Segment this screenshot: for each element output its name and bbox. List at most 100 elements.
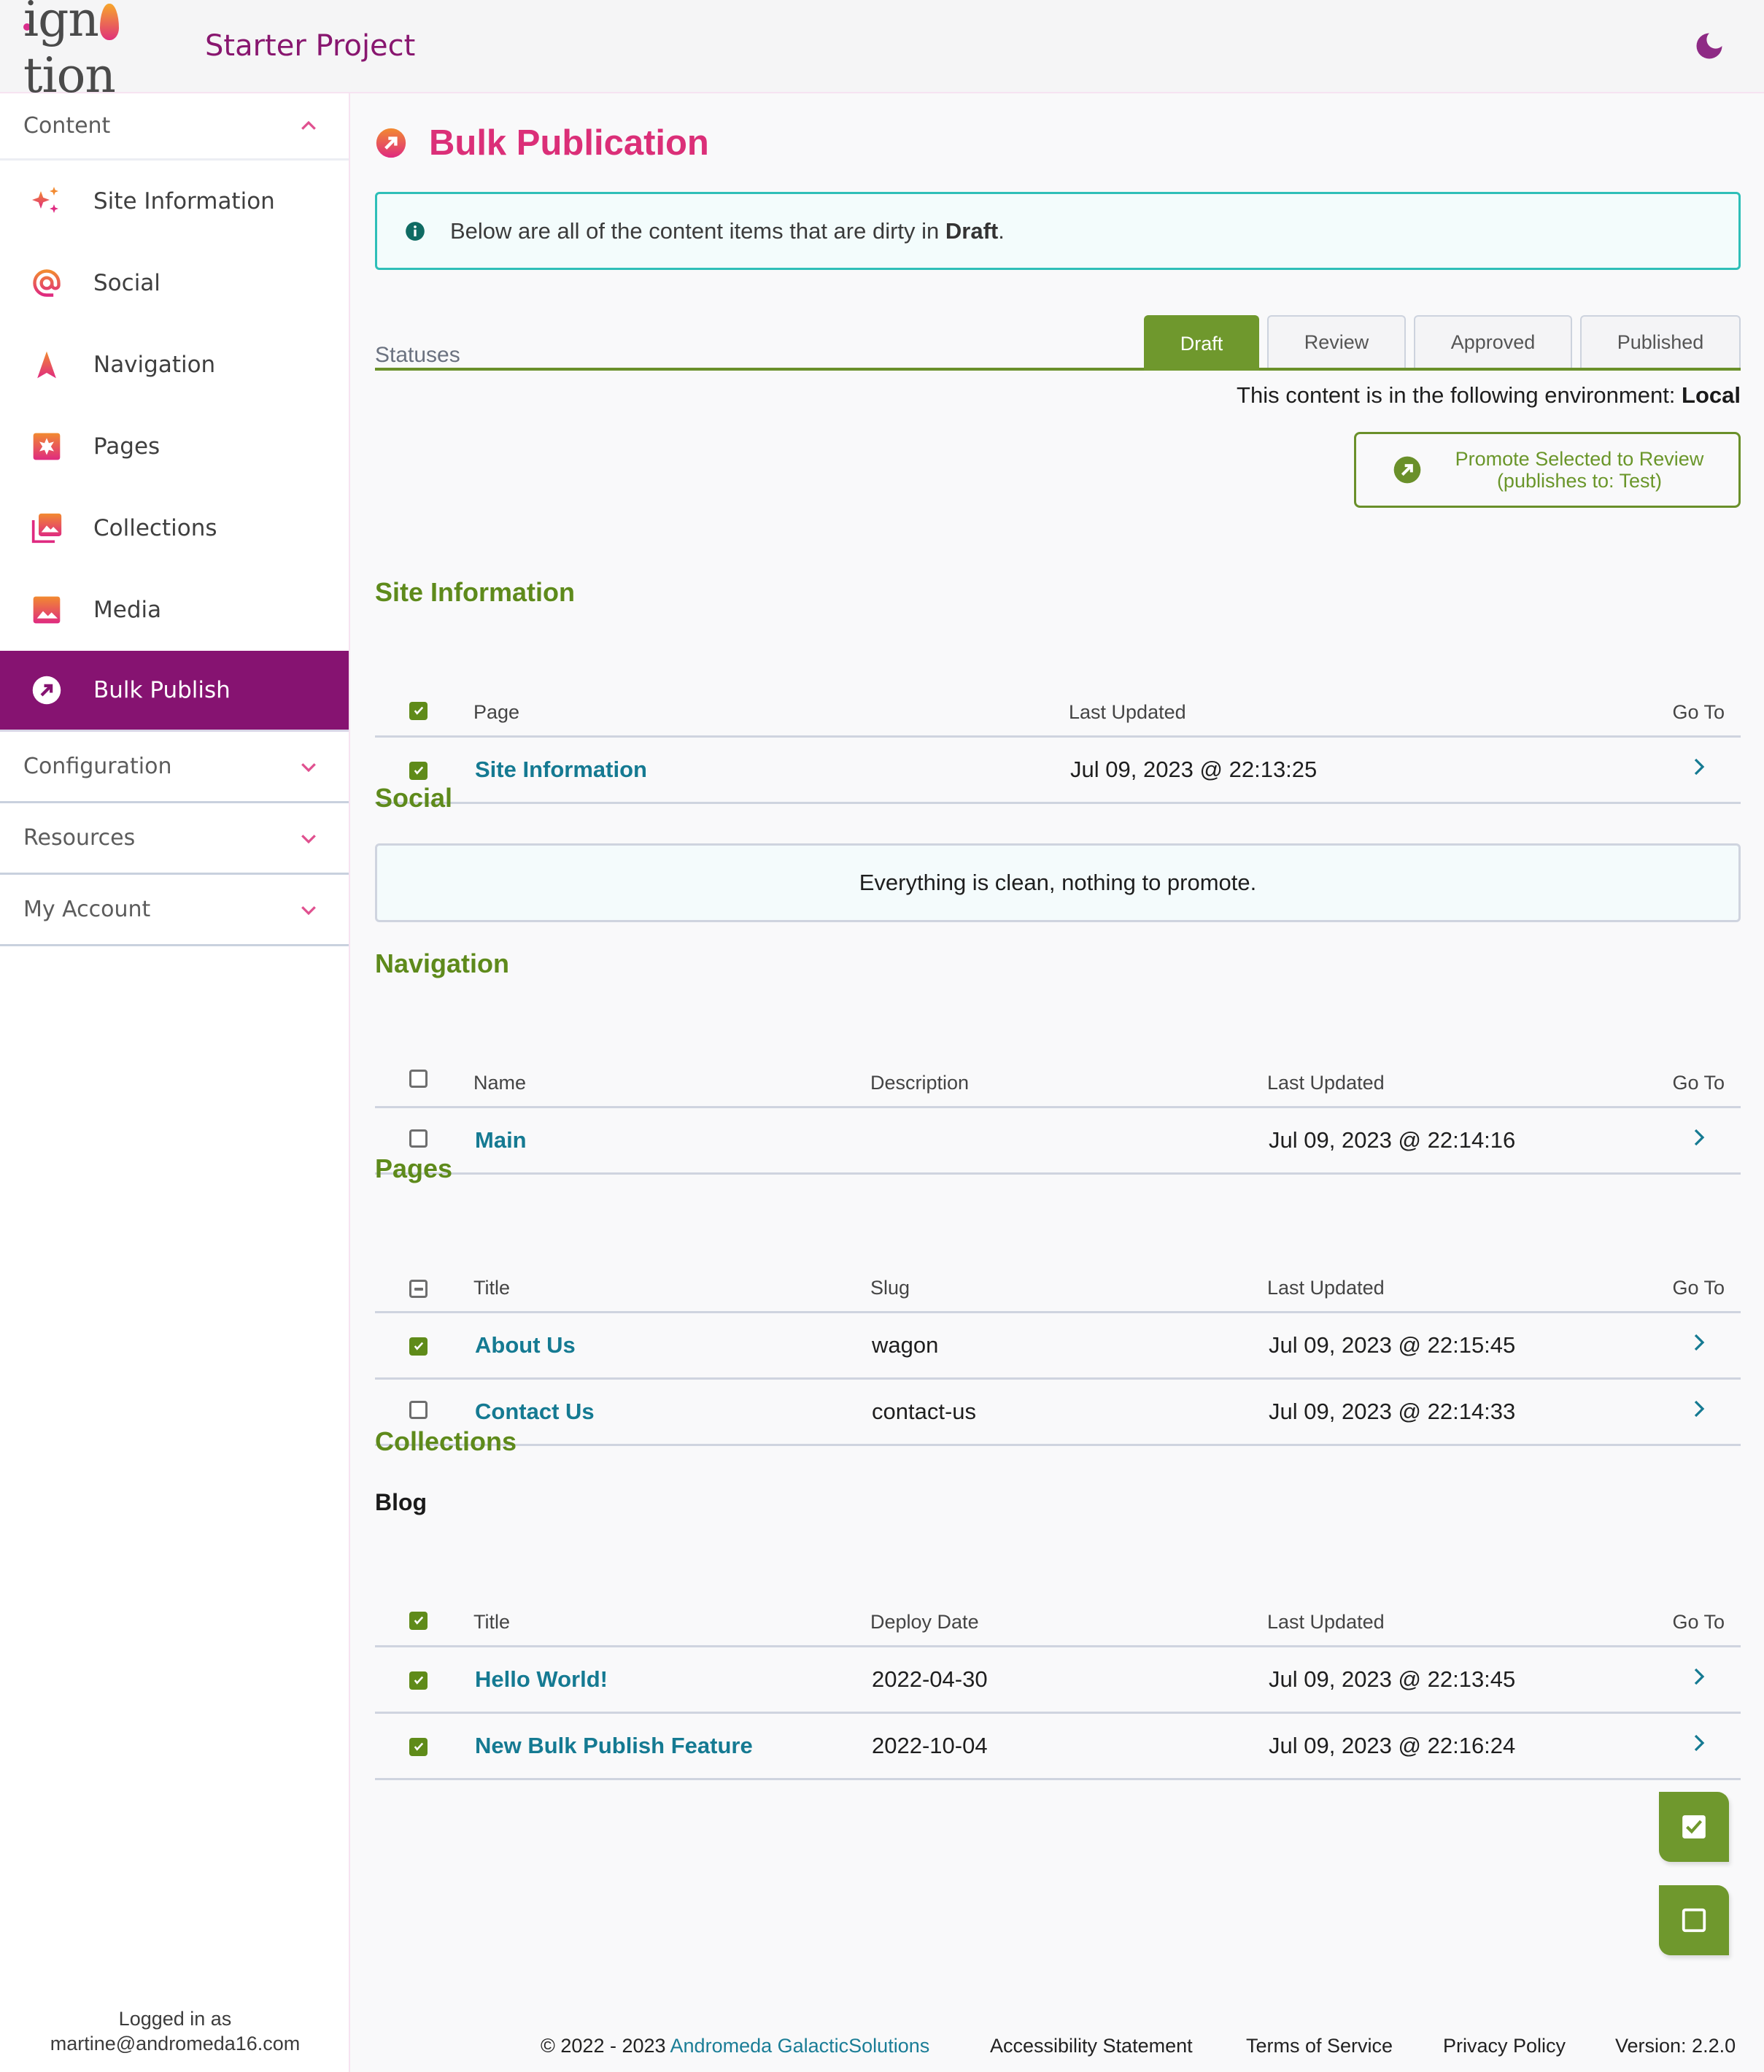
- sidebar-group-label: My Account: [23, 897, 151, 922]
- sidebar-group-my-account[interactable]: My Account: [0, 875, 349, 946]
- column-header[interactable]: Last Updated: [1267, 1277, 1385, 1299]
- tab-review[interactable]: Review: [1267, 315, 1406, 368]
- row-checkbox[interactable]: [409, 1401, 428, 1419]
- deploy-date: 2022-10-04: [872, 1733, 988, 1758]
- promote-line1: Promote Selected to Review: [1455, 448, 1704, 470]
- slug: wagon: [872, 1332, 939, 1358]
- info-icon: [406, 221, 425, 241]
- column-header[interactable]: Title: [473, 1277, 510, 1299]
- site-information-table: Page Last Updated Go To Site Information…: [375, 692, 1741, 804]
- item-link[interactable]: Hello World!: [475, 1666, 608, 1693]
- sidebar-group-content[interactable]: Content: [0, 93, 349, 161]
- image-stack-icon: [29, 511, 64, 546]
- sidebar-group-resources[interactable]: Resources: [0, 803, 349, 875]
- item-link[interactable]: Contact Us: [475, 1399, 595, 1425]
- ignition-logo[interactable]: igntion: [23, 0, 184, 104]
- sidebar-item-label: Navigation: [93, 352, 216, 378]
- blog-collection-table: Title Deploy Date Last Updated Go To Hel…: [375, 1601, 1741, 1780]
- column-header[interactable]: Last Updated: [1267, 1611, 1385, 1634]
- last-updated: Jul 09, 2023 @ 22:13:25: [1070, 757, 1318, 782]
- sidebar-item-label: Pages: [93, 433, 160, 460]
- statuses-label: Statuses: [375, 343, 460, 367]
- item-link[interactable]: New Bulk Publish Feature: [475, 1733, 753, 1759]
- sidebar-group-label: Configuration: [23, 754, 172, 779]
- environment-value: Local: [1682, 382, 1741, 408]
- chevron-right-icon[interactable]: [1691, 1126, 1707, 1148]
- terms-of-service-link[interactable]: Terms of Service: [1246, 2035, 1393, 2057]
- chevron-right-icon[interactable]: [1691, 756, 1707, 778]
- sidebar-group-label: Resources: [23, 825, 136, 851]
- sidebar-group-label: Content: [23, 113, 111, 139]
- sidebar-group-configuration[interactable]: Configuration: [0, 732, 349, 803]
- accessibility-statement-link[interactable]: Accessibility Statement: [990, 2035, 1193, 2057]
- item-link[interactable]: Main: [475, 1127, 527, 1153]
- info-alert: Below are all of the content items that …: [375, 192, 1741, 270]
- column-header[interactable]: Title: [473, 1611, 510, 1634]
- table-row: New Bulk Publish Feature 2022-10-04 Jul …: [375, 1714, 1741, 1780]
- column-header[interactable]: Deploy Date: [870, 1611, 979, 1634]
- sidebar-item-site-information[interactable]: Site Information: [0, 161, 349, 242]
- sidebar-item-label: Site Information: [93, 188, 275, 214]
- row-checkbox[interactable]: [409, 1129, 428, 1148]
- deselect-all-button[interactable]: [1659, 1885, 1729, 1955]
- column-header[interactable]: Name: [473, 1072, 526, 1094]
- section-heading-site-information: Site Information: [375, 577, 576, 607]
- table-row: About Us wagon Jul 09, 2023 @ 22:15:45: [375, 1313, 1741, 1380]
- sidebar-item-label: Media: [93, 597, 162, 623]
- select-all-checkbox[interactable]: [409, 1611, 428, 1630]
- tab-published[interactable]: Published: [1580, 315, 1741, 368]
- moon-icon: [1696, 33, 1722, 59]
- last-updated: Jul 09, 2023 @ 22:14:16: [1269, 1127, 1516, 1153]
- chevron-right-icon[interactable]: [1691, 1666, 1707, 1688]
- row-checkbox[interactable]: [409, 1337, 428, 1356]
- select-all-button[interactable]: [1659, 1792, 1729, 1862]
- column-header[interactable]: Last Updated: [1267, 1072, 1385, 1094]
- tab-draft[interactable]: Draft: [1144, 315, 1259, 371]
- table-header-row: Page Last Updated Go To: [375, 692, 1741, 738]
- promote-button-label: Promote Selected to Review (publishes to…: [1448, 448, 1711, 492]
- environment-info: This content is in the following environ…: [1237, 382, 1741, 409]
- chevron-right-icon[interactable]: [1691, 1732, 1707, 1754]
- table-row: Main Jul 09, 2023 @ 22:14:16: [375, 1108, 1741, 1175]
- column-header[interactable]: Page: [473, 701, 519, 724]
- slug: contact-us: [872, 1399, 977, 1424]
- select-all-checkbox[interactable]: [409, 701, 428, 720]
- sidebar-item-collections[interactable]: Collections: [0, 487, 349, 569]
- sidebar-item-pages[interactable]: Pages: [0, 406, 349, 487]
- sidebar-item-bulk-publish[interactable]: Bulk Publish: [0, 651, 349, 732]
- select-all-checkbox[interactable]: [409, 1280, 428, 1298]
- column-header: Go To: [1672, 701, 1725, 723]
- chevron-right-icon[interactable]: [1691, 1398, 1707, 1420]
- promote-selected-button[interactable]: Promote Selected to Review (publishes to…: [1354, 432, 1741, 508]
- chevron-down-icon: [301, 762, 316, 772]
- row-checkbox[interactable]: [409, 1671, 428, 1690]
- column-header[interactable]: Description: [870, 1072, 969, 1094]
- column-header[interactable]: Slug: [870, 1277, 910, 1299]
- page-header: Bulk Publication: [375, 123, 709, 163]
- pages-icon: [29, 429, 64, 464]
- sidebar-item-media[interactable]: Media: [0, 569, 349, 651]
- row-checkbox[interactable]: [409, 761, 428, 780]
- chevron-up-icon: [301, 120, 316, 130]
- sidebar-item-navigation[interactable]: Navigation: [0, 324, 349, 406]
- select-all-checkbox[interactable]: [409, 1070, 428, 1088]
- chevron-right-icon[interactable]: [1691, 1331, 1707, 1353]
- tab-approved[interactable]: Approved: [1414, 315, 1572, 368]
- privacy-policy-link[interactable]: Privacy Policy: [1443, 2035, 1566, 2057]
- at-sign-icon: [29, 266, 64, 301]
- item-link[interactable]: About Us: [475, 1332, 576, 1358]
- footer-copyright: © 2022 - 2023 Andromeda GalacticSolution…: [541, 2035, 929, 2057]
- logo-text: igntion: [23, 0, 184, 104]
- chevron-down-icon: [301, 905, 316, 915]
- sidebar-item-social[interactable]: Social: [0, 242, 349, 324]
- row-checkbox[interactable]: [409, 1737, 428, 1756]
- navigation-arrow-icon: [29, 347, 64, 382]
- checkbox-checked-icon: [1682, 1815, 1706, 1839]
- logged-in-label: Logged in as: [118, 2008, 232, 2030]
- section-heading-social: Social: [375, 783, 453, 813]
- column-header[interactable]: Last Updated: [1069, 701, 1186, 724]
- theme-toggle-button[interactable]: [1694, 31, 1725, 61]
- item-link[interactable]: Site Information: [475, 757, 647, 783]
- company-link[interactable]: Andromeda GalacticSolutions: [670, 2035, 930, 2057]
- status-tabs: Draft Review Approved Published: [1144, 315, 1741, 371]
